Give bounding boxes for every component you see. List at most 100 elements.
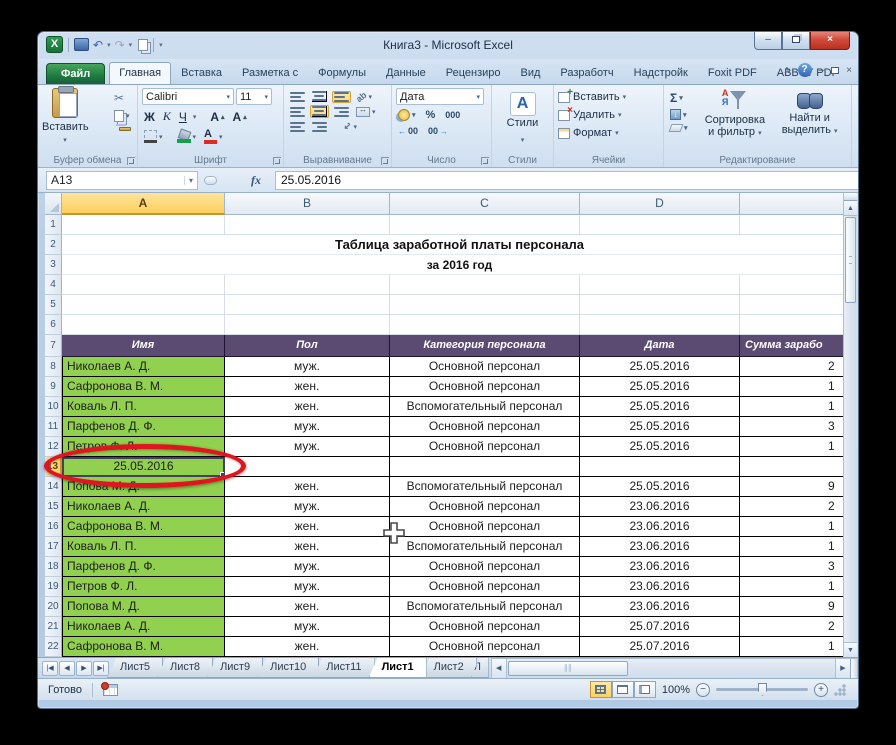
cell-date[interactable]: 25.05.2016 xyxy=(580,417,740,437)
underline-button[interactable]: Ч xyxy=(177,109,189,125)
align-top-button[interactable] xyxy=(288,91,307,103)
cell[interactable] xyxy=(225,275,390,295)
column-header-d[interactable]: D xyxy=(580,193,740,215)
hscroll-thumb[interactable] xyxy=(507,661,628,676)
row-header[interactable]: 22 xyxy=(45,637,62,657)
cell-category[interactable] xyxy=(390,457,580,477)
cell-sum[interactable]: 2 xyxy=(740,357,857,377)
cell[interactable] xyxy=(225,315,390,335)
row-header[interactable]: 18 xyxy=(45,557,62,577)
cell-date[interactable]: 23.06.2016 xyxy=(580,577,740,597)
cell-category[interactable]: Основной персонал xyxy=(390,357,580,377)
cell-name[interactable]: Николаев А. Д. xyxy=(62,617,225,637)
row-header[interactable]: 1 xyxy=(45,215,62,235)
cell[interactable] xyxy=(390,315,580,335)
align-bottom-button[interactable] xyxy=(332,90,351,103)
workbook-minimize-icon[interactable]: – xyxy=(819,65,825,76)
hsplit-handle[interactable] xyxy=(850,659,857,678)
cell-category[interactable]: Основной персонал xyxy=(390,637,580,657)
percent-button[interactable]: % xyxy=(424,108,438,122)
workbook-close-icon[interactable]: × xyxy=(846,65,852,76)
cell-sum[interactable]: 3 xyxy=(740,417,857,437)
row-header[interactable]: 20 xyxy=(45,597,62,617)
sheet-tab-list10[interactable]: Лист10 xyxy=(257,658,320,678)
cell-sum[interactable]: 1 xyxy=(740,577,857,597)
cell-category[interactable]: Вспомогательный персонал xyxy=(390,477,580,497)
cell-name[interactable]: Петров Ф. Л. xyxy=(62,577,225,597)
zoom-in-button[interactable]: + xyxy=(814,682,828,697)
cell-gender[interactable]: жен. xyxy=(225,597,390,617)
cell-category[interactable]: Основной персонал xyxy=(390,517,580,537)
sort-filter-button[interactable]: АЯ Сортировка и фильтр ▾ xyxy=(698,88,773,152)
cell[interactable] xyxy=(225,215,390,235)
merge-center-button[interactable]: ▾ xyxy=(354,105,378,118)
cell-date[interactable]: 23.06.2016 xyxy=(580,597,740,617)
cell-gender[interactable]: муж. xyxy=(225,417,390,437)
row-header[interactable]: 2 xyxy=(45,235,62,255)
cell-category[interactable]: Основной персонал xyxy=(390,557,580,577)
bold-button[interactable]: Ж xyxy=(142,109,157,125)
cell-sum[interactable] xyxy=(740,457,857,477)
cell-gender[interactable]: муж. xyxy=(225,437,390,457)
font-dialog-launcher-icon[interactable] xyxy=(273,157,281,165)
accounting-format-button[interactable]: ▾ xyxy=(396,108,418,122)
cell-sum[interactable]: 3 xyxy=(740,557,857,577)
normal-view-button[interactable] xyxy=(589,681,612,698)
row-header[interactable]: 14 xyxy=(45,477,62,497)
help-icon[interactable]: ? xyxy=(797,63,812,77)
cell-date[interactable]: 25.05.2016 xyxy=(580,437,740,457)
cell-date[interactable]: 23.06.2016 xyxy=(580,517,740,537)
row-header[interactable]: 10 xyxy=(45,397,62,417)
cell-gender[interactable]: муж. xyxy=(225,557,390,577)
cut-button[interactable]: ✂ xyxy=(112,90,133,106)
cell[interactable] xyxy=(225,295,390,315)
cell[interactable] xyxy=(390,275,580,295)
cell-gender[interactable]: жен. xyxy=(225,397,390,417)
sheet-tab-list1-active[interactable]: Лист1 xyxy=(368,658,427,678)
increase-decimal-button[interactable]: ← 00 xyxy=(396,125,420,137)
row-header[interactable]: 16 xyxy=(45,517,62,537)
cell-date[interactable]: 25.05.2016 xyxy=(580,477,740,497)
cell[interactable] xyxy=(62,275,225,295)
table-header-gender[interactable]: Пол xyxy=(225,335,390,357)
cell-date[interactable]: 23.06.2016 xyxy=(580,537,740,557)
cell[interactable] xyxy=(580,295,740,315)
autosum-button[interactable]: Σ ▾ xyxy=(668,90,698,106)
align-center-button[interactable] xyxy=(310,105,329,118)
alignment-dialog-launcher-icon[interactable] xyxy=(381,157,389,165)
cell-date[interactable] xyxy=(580,457,740,477)
tab-view[interactable]: Вид xyxy=(511,62,551,84)
cell[interactable] xyxy=(740,315,857,335)
cell-category[interactable]: Вспомогательный персонал xyxy=(390,597,580,617)
cell-category[interactable]: Основной персонал xyxy=(390,497,580,517)
cell-sum[interactable]: 2 xyxy=(740,617,857,637)
scroll-down-icon[interactable]: ▼ xyxy=(844,642,857,657)
page-break-view-button[interactable] xyxy=(633,681,656,698)
cell-date[interactable]: 25.05.2016 xyxy=(580,397,740,417)
cell-sum[interactable]: 1 xyxy=(740,437,857,457)
paste-button[interactable]: Вставить ▾ xyxy=(42,86,89,145)
zoom-slider[interactable] xyxy=(716,683,808,696)
cell-date[interactable]: 25.05.2016 xyxy=(580,377,740,397)
cell-name[interactable]: Сафронова В. М. xyxy=(62,517,225,537)
cell-date[interactable]: 25.07.2016 xyxy=(580,617,740,637)
close-button[interactable]: × xyxy=(810,32,850,50)
sheet-tab-list9[interactable]: Лист9 xyxy=(207,658,264,678)
cell-styles-button[interactable]: А Стили ▾ xyxy=(496,88,549,147)
fill-button[interactable]: ↓ ▾ xyxy=(668,108,698,121)
next-sheet-icon[interactable]: ▶ xyxy=(76,660,92,676)
table-header-name[interactable]: Имя xyxy=(62,335,225,357)
font-size-combo[interactable]: 11 ▾ xyxy=(236,88,272,105)
row-header[interactable]: 11 xyxy=(45,417,62,437)
sheet-tab-list2[interactable]: Лист2 xyxy=(420,658,477,678)
select-all-corner[interactable] xyxy=(45,193,62,215)
cell[interactable] xyxy=(740,215,857,235)
cell-name[interactable]: Николаев А. Д. xyxy=(62,357,225,377)
row-header[interactable]: 4 xyxy=(45,275,62,295)
cell-sum[interactable]: 9 xyxy=(740,477,857,497)
cell-sum[interactable]: 9 xyxy=(740,597,857,617)
column-header-b[interactable]: B xyxy=(225,193,390,215)
vscroll-thumb[interactable] xyxy=(845,217,856,303)
cell[interactable] xyxy=(390,215,580,235)
title-bar[interactable]: X ↶ ▾ ↷ ▾ ▾ Книга3 - Microsoft Excel – × xyxy=(38,32,858,59)
